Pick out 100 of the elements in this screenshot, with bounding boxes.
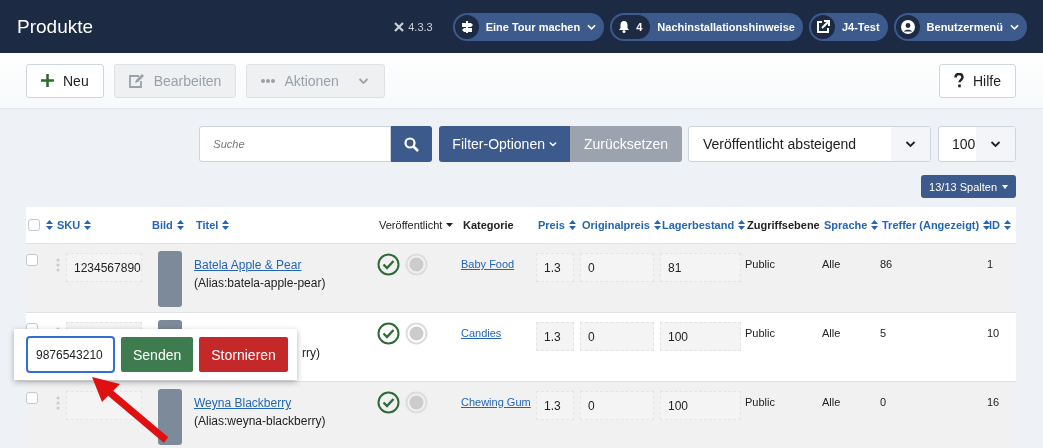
drag-handle-icon[interactable] <box>56 396 60 410</box>
price-field[interactable]: 1.3 <box>536 322 574 351</box>
stock-field[interactable]: 100 <box>660 391 741 420</box>
button-label: Benutzermenü <box>926 20 1003 33</box>
product-alias: (Alias:batela-apple-pear) <box>194 276 327 290</box>
sort-icon <box>653 220 661 230</box>
user-icon <box>900 19 915 34</box>
version-label: 4.3.3 <box>408 20 433 33</box>
caret-icon <box>904 141 917 147</box>
column-header[interactable]: Originalpreis <box>580 219 660 231</box>
access-level: Public <box>745 258 775 270</box>
drag-handle-icon[interactable] <box>56 258 60 272</box>
search-field[interactable]: Suche <box>199 126 392 162</box>
caret-icon <box>989 141 1002 147</box>
id-number: 16 <box>987 396 1000 408</box>
user-menu-button[interactable]: Benutzermenü <box>893 12 1027 41</box>
unfeatured-icon[interactable] <box>405 322 428 345</box>
unfeatured-icon[interactable] <box>405 391 428 414</box>
tour-button[interactable]: Eine Tour machen <box>452 12 605 41</box>
sku-field[interactable]: 1234567890 <box>66 253 142 282</box>
column-header[interactable]: ID <box>987 219 1016 231</box>
site-link-button[interactable]: J4-Test <box>808 12 888 41</box>
question-icon <box>954 73 964 88</box>
sort-icon <box>84 220 92 230</box>
row-checkbox[interactable] <box>26 392 38 404</box>
caret-icon <box>1010 23 1019 30</box>
published-check-icon[interactable] <box>377 391 400 414</box>
column-header[interactable]: Titel <box>194 219 377 231</box>
price-field[interactable]: 1.3 <box>536 391 574 420</box>
column-header[interactable]: SKU <box>46 219 150 231</box>
sort-icon <box>871 220 879 230</box>
id-number: 1 <box>987 258 994 270</box>
id-number: 10 <box>987 327 1000 339</box>
filter-options-button[interactable]: Filter-Optionen <box>439 126 570 162</box>
sort-icon <box>568 220 576 230</box>
language-label: Alle <box>822 327 841 339</box>
plus-icon <box>41 74 54 87</box>
access-level: Public <box>745 396 775 408</box>
published-check-icon[interactable] <box>377 322 400 345</box>
sku-input-field[interactable]: 9876543210 <box>26 336 115 373</box>
category-link[interactable]: Baby Food <box>461 258 515 270</box>
page-title: Produkte <box>17 15 95 38</box>
external-link-icon <box>815 19 830 34</box>
unfeatured-icon[interactable] <box>405 253 428 276</box>
notification-count: 4 <box>636 20 643 33</box>
access-level: Public <box>745 327 775 339</box>
column-header[interactable]: Lagerbestand <box>660 219 745 231</box>
select-all-checkbox[interactable] <box>28 219 40 231</box>
limit-select[interactable]: 100 <box>938 126 1016 162</box>
original-price-field[interactable]: 0 <box>580 253 654 282</box>
column-header[interactable]: Sprache <box>822 219 880 231</box>
notifications-button[interactable]: 4 Nachinstallationshinweise <box>610 12 803 41</box>
new-button[interactable]: Neu <box>26 63 104 98</box>
column-header[interactable]: Bild <box>150 219 194 231</box>
submit-button[interactable]: Senden <box>121 337 194 372</box>
sort-icon <box>983 220 991 230</box>
caret-icon <box>1002 184 1008 189</box>
caret-icon <box>587 23 597 30</box>
joomla-logo-icon <box>394 21 405 32</box>
stock-field[interactable]: 81 <box>660 253 741 282</box>
caret-icon <box>548 141 557 147</box>
product-title-link[interactable]: Batela Apple & Pear <box>194 258 302 272</box>
product-alias: rry) <box>302 346 321 360</box>
search-button[interactable] <box>391 126 433 162</box>
ordering-select[interactable]: Veröffentlicht absteigend <box>688 126 931 162</box>
ellipsis-icon <box>261 78 276 83</box>
original-price-field[interactable]: 0 <box>580 322 654 351</box>
button-label: J4-Test <box>841 20 880 33</box>
sort-icon <box>46 220 53 230</box>
search-icon <box>404 136 420 152</box>
product-photo-placeholder <box>158 251 182 307</box>
hits-count: 5 <box>880 327 887 339</box>
product-alias: (Alias:weyna-blackberry) <box>194 414 327 428</box>
bell-icon <box>618 20 631 33</box>
column-header[interactable]: Preis <box>536 219 580 231</box>
column-header: Zugriffsebene <box>746 219 821 231</box>
product-photo-placeholder <box>158 389 182 445</box>
sort-icon <box>1004 220 1011 230</box>
row-checkbox[interactable] <box>26 254 38 266</box>
sort-icon <box>222 220 230 230</box>
signpost-icon <box>459 19 474 34</box>
hits-count: 86 <box>880 258 893 270</box>
caret-icon <box>356 77 370 84</box>
column-header[interactable]: Veröffentlicht <box>377 219 461 231</box>
cancel-button[interactable]: Stornieren <box>199 337 288 372</box>
help-button[interactable]: Hilfe <box>939 63 1016 98</box>
column-header[interactable]: Treffer (Angezeigt) <box>880 219 987 231</box>
category-link[interactable]: Candies <box>461 327 502 339</box>
columns-button[interactable]: 13/13 Spalten <box>921 175 1016 198</box>
caret-icon <box>446 223 454 227</box>
button-label: Nachinstallationshinweise <box>657 20 795 33</box>
product-title-link[interactable]: Weyna Blackberry <box>194 396 292 410</box>
original-price-field[interactable]: 0 <box>580 391 654 420</box>
published-check-icon[interactable] <box>377 253 400 276</box>
edit-icon <box>128 73 145 88</box>
price-field[interactable]: 1.3 <box>536 253 574 282</box>
sort-icon <box>738 220 746 230</box>
category-link[interactable]: Chewing Gum <box>461 396 531 408</box>
stock-field[interactable]: 100 <box>660 322 741 351</box>
language-label: Alle <box>822 396 841 408</box>
